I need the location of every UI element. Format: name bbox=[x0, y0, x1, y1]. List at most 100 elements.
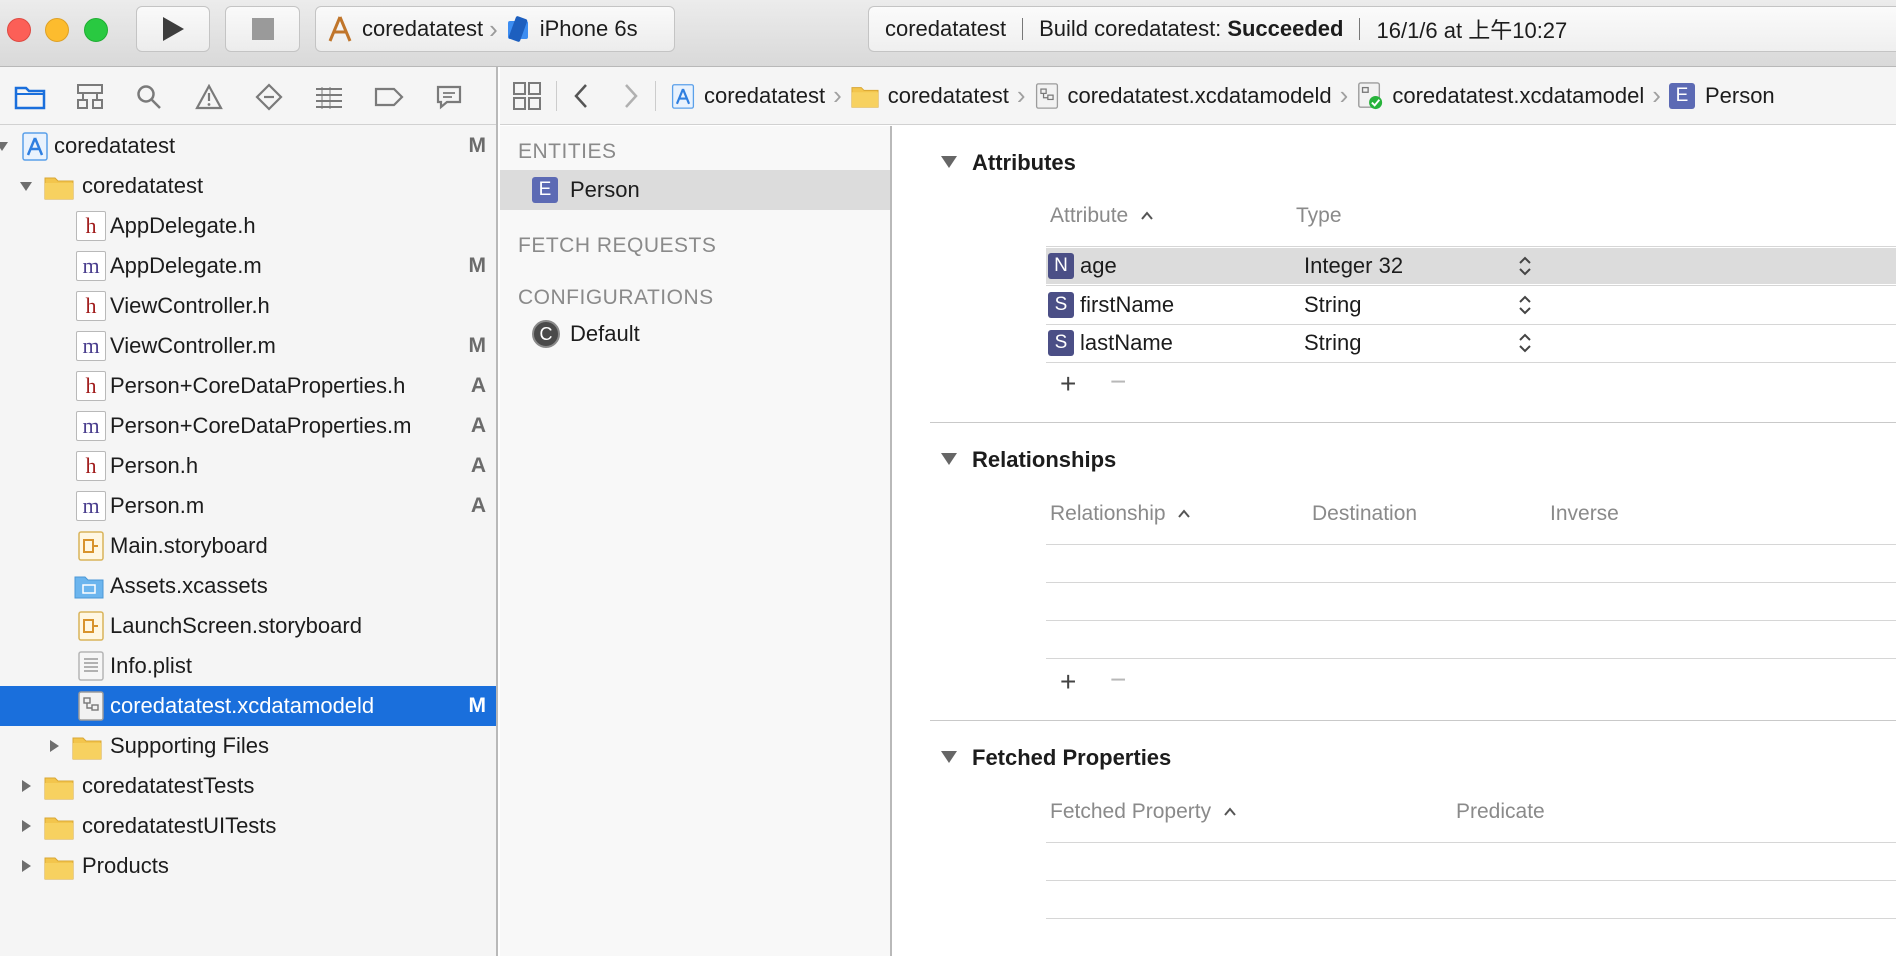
disclosure-collapsed-icon[interactable] bbox=[18, 778, 34, 794]
report-navigator-tab[interactable] bbox=[431, 79, 467, 115]
inverse-column-header[interactable]: Inverse bbox=[1550, 502, 1619, 526]
tree-item-file[interactable]: h Person+CoreDataProperties.h A bbox=[0, 366, 496, 406]
chat-bubble-icon bbox=[436, 85, 462, 110]
type-popup-arrows-icon[interactable] bbox=[1518, 332, 1532, 354]
breadcrumb-model-bundle[interactable]: coredatatest.xcdatamodeld bbox=[1034, 82, 1332, 110]
breadcrumb-model-version[interactable]: coredatatest.xcdatamodel bbox=[1356, 81, 1644, 111]
implementation-file-icon: m bbox=[76, 251, 106, 281]
configuration-row-default[interactable]: C Default bbox=[500, 314, 890, 354]
add-attribute-button[interactable]: + bbox=[1060, 368, 1076, 400]
configurations-section-header: CONFIGURATIONS bbox=[518, 286, 714, 309]
breadcrumb-group[interactable]: coredatatest bbox=[850, 82, 1009, 110]
remove-relationship-button[interactable]: − bbox=[1110, 664, 1126, 696]
table-divider bbox=[1046, 246, 1896, 247]
minimize-window-button[interactable] bbox=[45, 18, 69, 42]
tree-item-group[interactable]: coredatatest bbox=[0, 166, 496, 206]
type-popup-arrows-icon[interactable] bbox=[1518, 294, 1532, 316]
remove-attribute-button[interactable]: − bbox=[1110, 366, 1126, 398]
breakpoint-navigator-tab[interactable] bbox=[371, 79, 407, 115]
tree-item-file[interactable]: h Person.h A bbox=[0, 446, 496, 486]
project-navigator-tab[interactable] bbox=[12, 79, 48, 115]
attribute-name[interactable]: age bbox=[1080, 253, 1117, 279]
stop-button[interactable] bbox=[225, 6, 300, 52]
tree-item-group[interactable]: coredatatestTests bbox=[0, 766, 496, 806]
type-popup-arrows-icon[interactable] bbox=[1518, 255, 1532, 277]
tree-item-group[interactable]: coredatatestUITests bbox=[0, 806, 496, 846]
disclosure-expanded-icon[interactable] bbox=[940, 154, 958, 170]
symbol-navigator-tab[interactable] bbox=[72, 79, 108, 115]
scm-status-badge: A bbox=[470, 374, 486, 397]
destination-column-header[interactable]: Destination bbox=[1312, 502, 1417, 526]
forward-chevron-icon[interactable] bbox=[621, 82, 641, 110]
back-chevron-icon[interactable] bbox=[571, 82, 591, 110]
tree-item-file[interactable]: h ViewController.h bbox=[0, 286, 496, 326]
close-window-button[interactable] bbox=[7, 18, 31, 42]
toolbar-divider bbox=[556, 80, 557, 111]
stop-icon bbox=[251, 18, 274, 40]
attribute-name[interactable]: lastName bbox=[1080, 330, 1173, 356]
disclosure-expanded-icon[interactable] bbox=[940, 451, 958, 467]
tree-item-file[interactable]: h AppDelegate.h bbox=[0, 206, 496, 246]
tree-item-file[interactable]: m Person+CoreDataProperties.m A bbox=[0, 406, 496, 446]
test-navigator-tab[interactable] bbox=[251, 79, 287, 115]
tree-item-file[interactable]: m ViewController.m M bbox=[0, 326, 496, 366]
tree-item-label: Info.plist bbox=[110, 653, 192, 678]
configuration-icon: C bbox=[532, 320, 560, 348]
attribute-row[interactable]: N age Integer 32 bbox=[1046, 248, 1896, 284]
column-header-label: Relationship bbox=[1050, 502, 1166, 525]
header-file-icon: h bbox=[76, 371, 106, 401]
disclosure-collapsed-icon[interactable] bbox=[18, 858, 34, 874]
breadcrumb-separator-icon: › bbox=[1016, 80, 1026, 110]
attribute-row[interactable]: S firstName String bbox=[1046, 287, 1896, 323]
tree-item-group[interactable]: Supporting Files bbox=[0, 726, 496, 766]
attribute-type[interactable]: Integer 32 bbox=[1304, 253, 1403, 279]
type-column-header[interactable]: Type bbox=[1296, 204, 1342, 228]
add-relationship-button[interactable]: + bbox=[1060, 666, 1076, 698]
disclosure-collapsed-icon[interactable] bbox=[46, 738, 62, 754]
tree-item-project[interactable]: coredatatest M bbox=[0, 126, 496, 166]
attribute-row[interactable]: S lastName String bbox=[1046, 325, 1896, 361]
tree-item-file[interactable]: m AppDelegate.m M bbox=[0, 246, 496, 286]
breadcrumb-project[interactable]: coredatatest bbox=[670, 82, 825, 110]
tree-item-group[interactable]: Products bbox=[0, 846, 496, 886]
fetched-property-column-header[interactable]: Fetched Property bbox=[1050, 800, 1237, 824]
activity-project: coredatatest bbox=[885, 16, 1007, 41]
find-navigator-tab[interactable] bbox=[131, 79, 167, 115]
attribute-name[interactable]: firstName bbox=[1080, 292, 1174, 318]
scm-status-badge: A bbox=[470, 494, 486, 517]
breadcrumb-label: coredatatest bbox=[704, 82, 826, 108]
zoom-window-button[interactable] bbox=[84, 18, 108, 42]
plist-file-icon bbox=[78, 651, 104, 681]
tree-item-file[interactable]: Main.storyboard bbox=[0, 526, 496, 566]
tree-item-file[interactable]: Info.plist bbox=[0, 646, 496, 686]
scm-status-badge: M bbox=[468, 134, 487, 157]
tree-item-file[interactable]: m Person.m A bbox=[0, 486, 496, 526]
entity-row-person[interactable]: E Person bbox=[500, 170, 890, 210]
attribute-type[interactable]: String bbox=[1304, 330, 1361, 356]
tree-item-file[interactable]: Assets.xcassets bbox=[0, 566, 496, 606]
related-items-grid-icon[interactable] bbox=[512, 81, 542, 111]
run-button[interactable] bbox=[136, 6, 210, 52]
attributes-section-title: Attributes bbox=[972, 150, 1076, 175]
attribute-column-header[interactable]: Attribute bbox=[1050, 204, 1154, 228]
scheme-selector[interactable]: coredatatest › iPhone 6s bbox=[315, 6, 675, 52]
relationship-column-header[interactable]: Relationship bbox=[1050, 502, 1191, 526]
disclosure-expanded-icon[interactable] bbox=[0, 138, 10, 154]
diamond-minus-icon bbox=[255, 83, 283, 111]
tree-item-label: AppDelegate.m bbox=[110, 253, 262, 278]
issue-navigator-tab[interactable] bbox=[191, 79, 227, 115]
disclosure-expanded-icon[interactable] bbox=[940, 749, 958, 765]
tree-item-label: AppDelegate.h bbox=[110, 213, 256, 238]
disclosure-expanded-icon[interactable] bbox=[18, 178, 34, 194]
implementation-file-icon: m bbox=[76, 411, 106, 441]
activity-status-prefix: Build coredatatest: bbox=[1039, 16, 1222, 41]
attribute-type[interactable]: String bbox=[1304, 292, 1361, 318]
debug-navigator-tab[interactable] bbox=[311, 79, 347, 115]
tree-item-file-selected[interactable]: coredatatest.xcdatamodeld M bbox=[0, 686, 496, 726]
breadcrumb-entity[interactable]: E Person bbox=[1668, 82, 1775, 109]
tree-item-file[interactable]: LaunchScreen.storyboard bbox=[0, 606, 496, 646]
predicate-column-header[interactable]: Predicate bbox=[1456, 800, 1545, 824]
string-attribute-icon: S bbox=[1048, 292, 1074, 318]
tree-item-label: coredatatest bbox=[54, 133, 176, 158]
disclosure-collapsed-icon[interactable] bbox=[18, 818, 34, 834]
